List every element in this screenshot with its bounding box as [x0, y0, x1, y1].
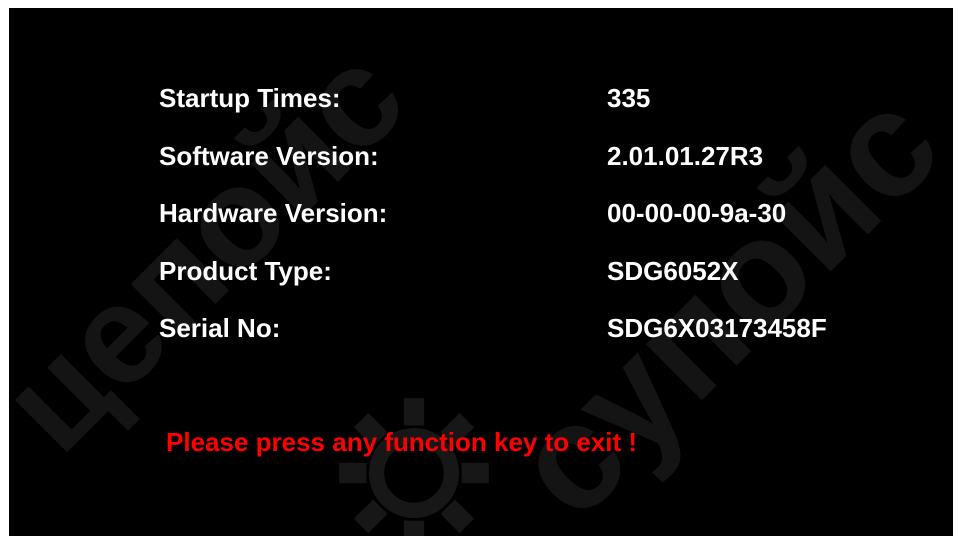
- hardware-version-value: 00-00-00-9a-30: [607, 198, 787, 228]
- watermark-text-right: супойс: [480, 58, 953, 536]
- product-type-value: SDG6052X: [607, 256, 739, 286]
- software-version-label: Software Version:: [159, 141, 379, 171]
- startup-times-value: 335: [607, 83, 651, 113]
- startup-times-label: Startup Times:: [159, 83, 341, 113]
- software-version-value: 2.01.01.27R3: [607, 141, 764, 171]
- device-screen: цепойс супойс Startup Times: 335 Softwar…: [9, 8, 953, 536]
- serial-no-value: SDG6X03173458F: [607, 313, 827, 343]
- frame: цепойс супойс Startup Times: 335 Softwar…: [0, 0, 960, 544]
- hardware-version-label: Hardware Version:: [159, 198, 388, 228]
- serial-no-label: Serial No:: [159, 313, 281, 343]
- exit-message: Please press any function key to exit !: [166, 427, 638, 457]
- product-type-label: Product Type:: [159, 256, 332, 286]
- gear-icon: [339, 398, 489, 536]
